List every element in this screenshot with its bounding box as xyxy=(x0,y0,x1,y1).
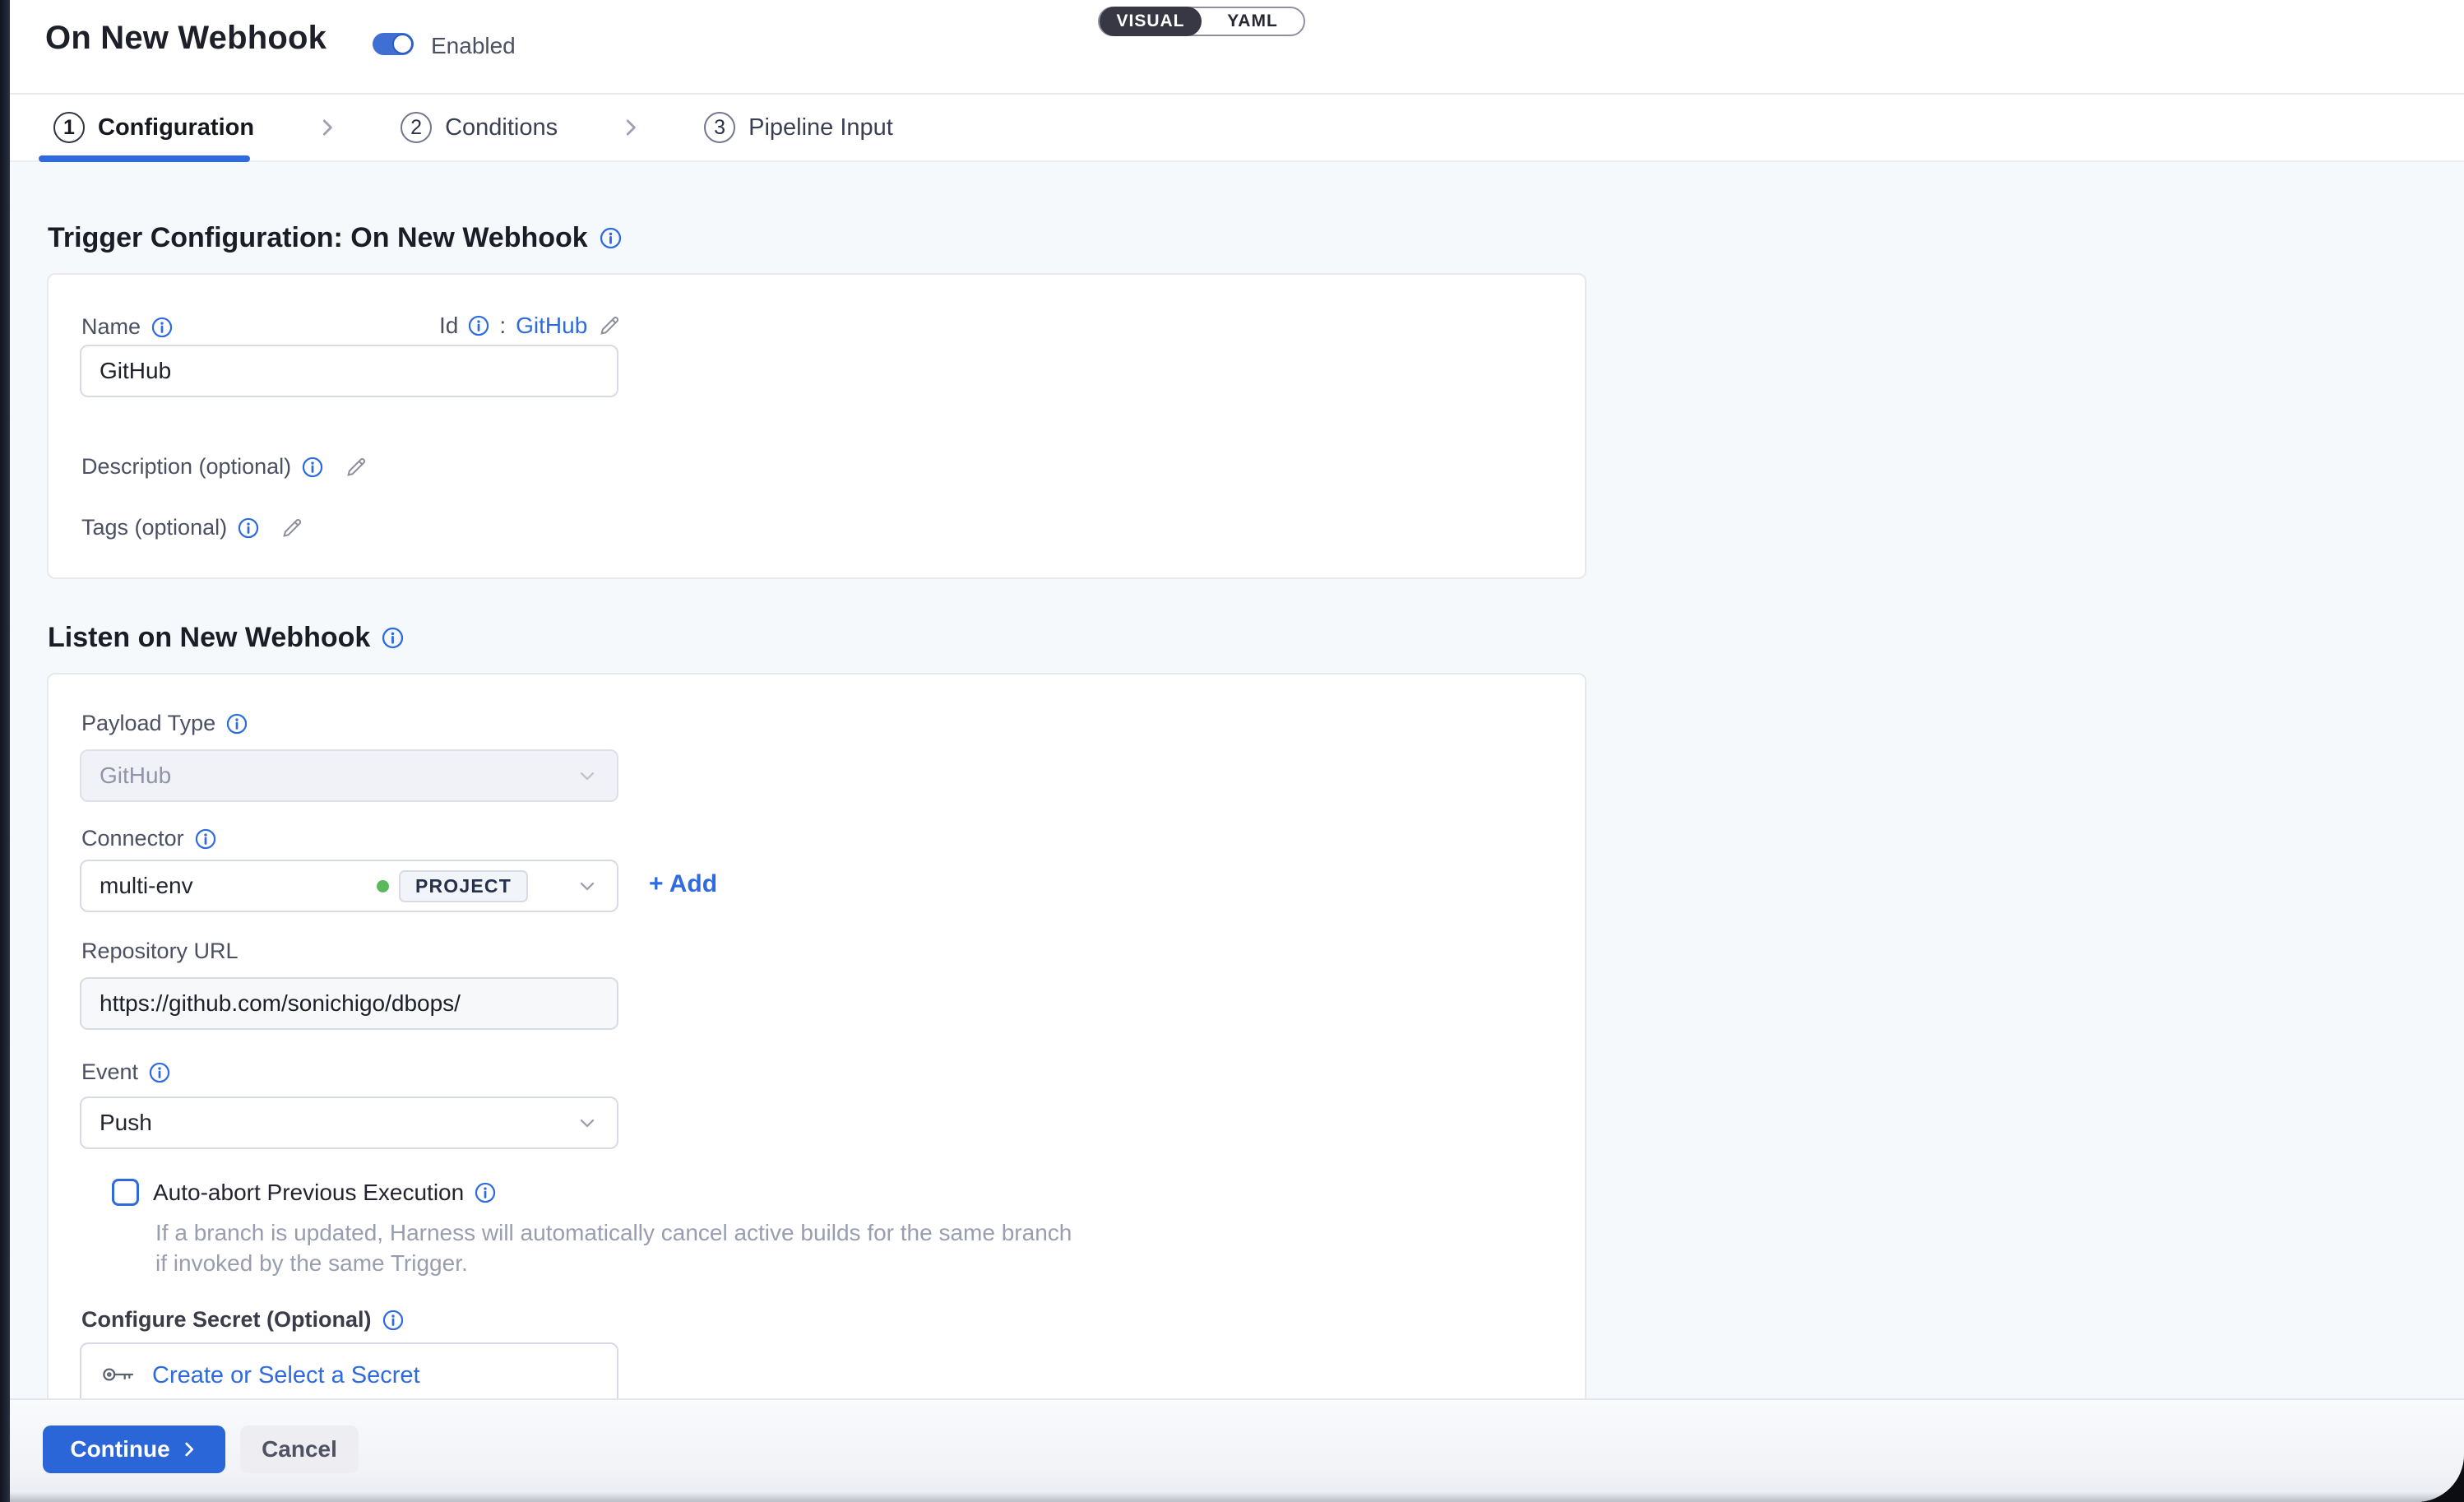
cancel-button[interactable]: Cancel xyxy=(240,1426,359,1473)
trigger-id-row: Id : GitHub xyxy=(439,313,622,339)
step-number-badge: 3 xyxy=(704,112,735,143)
payload-type-label: Payload Type xyxy=(81,711,215,736)
repository-url-label-row: Repository URL xyxy=(81,939,239,964)
continue-button-label: Continue xyxy=(70,1436,169,1463)
window-left-edge xyxy=(0,0,10,1502)
auto-abort-label-row: Auto-abort Previous Execution xyxy=(153,1180,496,1206)
chevron-right-icon xyxy=(618,115,643,140)
trigger-configuration-heading: Trigger Configuration: On New Webhook xyxy=(48,222,622,254)
edit-description-pencil-icon[interactable] xyxy=(344,455,368,480)
info-icon[interactable] xyxy=(149,1062,170,1083)
repository-url-label: Repository URL xyxy=(81,939,239,964)
configure-secret-label-row: Configure Secret (Optional) xyxy=(81,1307,404,1333)
page-title: On New Webhook xyxy=(45,20,327,57)
connector-label-row: Connector xyxy=(81,826,216,851)
auto-abort-help-line-2: if invoked by the same Trigger. xyxy=(155,1250,468,1277)
listen-on-webhook-heading: Listen on New Webhook xyxy=(48,622,404,654)
connector-scope-badge: PROJECT xyxy=(399,870,528,902)
connector-status-dot xyxy=(377,880,389,892)
continue-button[interactable]: Continue xyxy=(43,1426,225,1473)
chevron-down-icon xyxy=(576,1111,599,1134)
auto-abort-row: Auto-abort Previous Execution xyxy=(112,1179,496,1206)
connector-label: Connector xyxy=(81,826,184,851)
enabled-toggle[interactable] xyxy=(373,33,414,55)
info-icon[interactable] xyxy=(302,457,323,478)
tab-label: Conditions xyxy=(445,114,558,141)
connector-value: multi-env xyxy=(100,873,193,899)
window-bottom-shadow xyxy=(10,1492,2464,1502)
key-icon xyxy=(101,1364,136,1385)
id-label: Id xyxy=(439,313,458,339)
event-label-row: Event xyxy=(81,1059,170,1085)
trigger-configuration-card: Name Id : GitHub Description (optional) xyxy=(47,273,1586,579)
trigger-wizard-panel: On New Webhook Enabled VISUAL YAML 1 Con… xyxy=(10,0,2464,1502)
auto-abort-checkbox[interactable] xyxy=(112,1179,139,1206)
tab-conditions[interactable]: 2 Conditions xyxy=(401,112,558,143)
tab-configuration[interactable]: 1 Configuration xyxy=(53,112,254,143)
tags-row: Tags (optional) xyxy=(81,515,304,540)
enabled-toggle-label: Enabled xyxy=(431,33,516,59)
auto-abort-label: Auto-abort Previous Execution xyxy=(153,1180,464,1206)
screen: On New Webhook Enabled VISUAL YAML 1 Con… xyxy=(0,0,2464,1502)
name-label-row: Name xyxy=(81,314,173,340)
cancel-button-label: Cancel xyxy=(262,1436,337,1463)
heading-text: Trigger Configuration: On New Webhook xyxy=(48,222,588,254)
tab-label: Pipeline Input xyxy=(748,114,893,141)
info-icon[interactable] xyxy=(226,713,248,735)
id-separator: : xyxy=(499,313,506,339)
info-icon[interactable] xyxy=(382,1310,404,1331)
event-label: Event xyxy=(81,1059,138,1085)
repository-url-input[interactable] xyxy=(80,977,618,1030)
heading-text: Listen on New Webhook xyxy=(48,622,370,654)
step-number-badge: 1 xyxy=(53,112,85,143)
configure-secret-label: Configure Secret (Optional) xyxy=(81,1307,372,1333)
chevron-right-icon xyxy=(315,115,340,140)
info-icon[interactable] xyxy=(468,315,489,336)
payload-type-select: GitHub xyxy=(80,749,618,802)
create-or-select-secret-link[interactable]: Create or Select a Secret xyxy=(152,1362,420,1389)
payload-type-label-row: Payload Type xyxy=(81,711,248,736)
top-bar: On New Webhook Enabled VISUAL YAML xyxy=(10,0,2464,95)
description-label: Description (optional) xyxy=(81,454,291,480)
info-icon[interactable] xyxy=(382,627,404,649)
trigger-id-value[interactable]: GitHub xyxy=(516,313,587,339)
tab-pipeline-input[interactable]: 3 Pipeline Input xyxy=(704,112,893,143)
listen-on-webhook-card: Payload Type GitHub Connector multi-env xyxy=(47,673,1586,1502)
info-icon[interactable] xyxy=(195,828,216,850)
add-connector-link[interactable]: + Add xyxy=(649,870,717,898)
name-label: Name xyxy=(81,314,141,340)
description-row: Description (optional) xyxy=(81,454,368,480)
arrow-right-icon xyxy=(180,1440,198,1458)
active-tab-underline xyxy=(39,155,250,162)
payload-type-value: GitHub xyxy=(100,763,171,789)
event-select[interactable]: Push xyxy=(80,1096,618,1149)
tab-label: Configuration xyxy=(98,114,254,141)
chevron-down-icon xyxy=(576,874,599,897)
visual-yaml-switch: VISUAL YAML xyxy=(1098,7,1305,36)
connector-select[interactable]: multi-env PROJECT xyxy=(80,860,618,912)
info-icon[interactable] xyxy=(151,317,173,338)
chevron-down-icon xyxy=(576,764,599,787)
edit-id-pencil-icon[interactable] xyxy=(597,313,622,338)
info-icon[interactable] xyxy=(238,517,259,539)
mode-yaml-button[interactable]: YAML xyxy=(1202,7,1304,36)
edit-tags-pencil-icon[interactable] xyxy=(280,516,304,540)
name-input[interactable] xyxy=(80,345,618,397)
wizard-tabs: 1 Configuration 2 Conditions 3 Pipeline … xyxy=(10,95,2464,162)
step-number-badge: 2 xyxy=(401,112,432,143)
toggle-knob-icon xyxy=(392,34,413,54)
auto-abort-help-line-1: If a branch is updated, Harness will aut… xyxy=(155,1220,1072,1246)
info-icon[interactable] xyxy=(475,1182,496,1203)
wizard-footer: Continue Cancel xyxy=(10,1398,2464,1502)
info-icon[interactable] xyxy=(600,227,622,249)
mode-visual-button[interactable]: VISUAL xyxy=(1100,7,1202,36)
tags-label: Tags (optional) xyxy=(81,515,227,540)
event-value: Push xyxy=(100,1110,152,1136)
